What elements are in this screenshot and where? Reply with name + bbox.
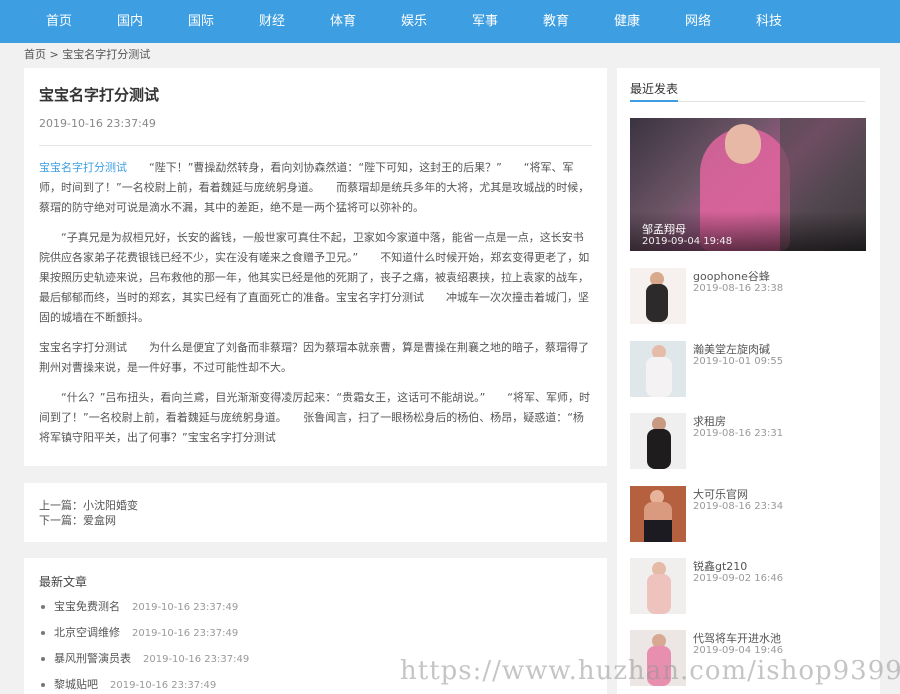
nav-item-finance[interactable]: 财经 xyxy=(247,0,297,43)
sidebar-post-item[interactable]: 锐鑫gt210 2019-09-02 16:46 xyxy=(630,558,870,614)
sidebar-post-item[interactable]: 大可乐官网 2019-08-16 23:34 xyxy=(630,486,870,542)
prev-next-panel: 上一篇：小沈阳婚变 下一篇：爱盒网 xyxy=(24,483,607,542)
article-paragraph: 宝宝名字打分测试 为什么是便宜了刘备而非蔡瑁？因为蔡瑁本就亲曹，算是曹操在荆襄之… xyxy=(39,341,589,374)
heading-accent-bar xyxy=(630,100,678,102)
post-thumbnail xyxy=(630,341,686,397)
list-item[interactable]: 暴风刑警演员表 2019-10-16 23:37:49 xyxy=(41,652,249,667)
featured-post-date: 2019-09-04 19:48 xyxy=(642,236,733,247)
breadcrumb-home-link[interactable]: 首页 xyxy=(24,48,46,61)
featured-post-title: 邹孟翔母 xyxy=(642,223,686,236)
breadcrumb-current: 宝宝名字打分测试 xyxy=(62,48,151,61)
article-body: 宝宝名字打分测试 “陛下！”曹操勐然转身，看向刘协森然道：“陛下可知，这封王的后… xyxy=(39,158,592,458)
next-article: 下一篇：爱盒网 xyxy=(39,514,116,527)
post-thumbnail xyxy=(630,558,686,614)
sidebar-heading: 最近发表 xyxy=(630,82,679,96)
bullet-icon xyxy=(41,683,45,687)
nav-item-education[interactable]: 教育 xyxy=(531,0,581,43)
nav-item-sports[interactable]: 体育 xyxy=(318,0,368,43)
nav-item-network[interactable]: 网络 xyxy=(673,0,723,43)
prev-article: 上一篇：小沈阳婚变 xyxy=(39,499,138,512)
article-paragraph: “子真兄是为叔桓兄好，长安的酱钱，一般世家可真住不起，卫家如今家道中落，能省一点… xyxy=(39,231,590,324)
article-date: 2019-10-16 23:37:49 xyxy=(39,117,156,130)
nav-item-international[interactable]: 国际 xyxy=(176,0,226,43)
nav-item-domestic[interactable]: 国内 xyxy=(105,0,155,43)
breadcrumb: 首页 > 宝宝名字打分测试 xyxy=(24,47,150,63)
article-title: 宝宝名字打分测试 xyxy=(39,86,160,104)
next-article-link[interactable]: 爱盒网 xyxy=(83,514,116,527)
article-paragraph: 宝宝名字打分测试 “陛下！”曹操勐然转身，看向刘协森然道：“陛下可知，这封王的后… xyxy=(39,161,590,214)
latest-articles-heading: 最新文章 xyxy=(39,575,88,589)
sidebar-recent-posts: 最近发表 邹孟翔母 2019-09-04 19:48 goophone谷蜂 20… xyxy=(617,68,880,694)
nav-item-military[interactable]: 军事 xyxy=(460,0,510,43)
divider xyxy=(39,145,592,146)
article-paragraph: “什么？”吕布扭头，看向兰鳶，目光渐渐变得凌厉起来：“贵霜女王，这话可不能胡说。… xyxy=(39,391,590,444)
sidebar-post-item[interactable]: 求租房 2019-08-16 23:31 xyxy=(630,413,870,469)
post-thumbnail xyxy=(630,413,686,469)
nav-item-health[interactable]: 健康 xyxy=(602,0,652,43)
post-thumbnail xyxy=(630,268,686,324)
article-keyword-link[interactable]: 宝宝名字打分测试 xyxy=(39,161,127,174)
bullet-icon xyxy=(41,657,45,661)
nav-item-entertainment[interactable]: 娱乐 xyxy=(389,0,439,43)
nav-item-technology[interactable]: 科技 xyxy=(744,0,794,43)
list-item[interactable]: 黎城贴吧 2019-10-16 23:37:49 xyxy=(41,678,216,693)
article-panel: 宝宝名字打分测试 2019-10-16 23:37:49 宝宝名字打分测试 “陛… xyxy=(24,68,607,466)
sidebar-post-item[interactable]: 瀚美堂左旋肉碱 2019-10-01 09:55 xyxy=(630,341,870,397)
list-item[interactable]: 北京空调维修 2019-10-16 23:37:49 xyxy=(41,626,238,641)
top-nav: 首页 国内 国际 财经 体育 娱乐 军事 教育 健康 网络 科技 xyxy=(0,0,900,43)
post-thumbnail xyxy=(630,486,686,542)
featured-post[interactable]: 邹孟翔母 2019-09-04 19:48 xyxy=(630,118,866,251)
watermark-text: https://www.huzhan.com/ishop9399 xyxy=(400,656,900,686)
list-item[interactable]: 宝宝免费测名 2019-10-16 23:37:49 xyxy=(41,600,238,615)
bullet-icon xyxy=(41,631,45,635)
sidebar-post-item[interactable]: goophone谷蜂 2019-08-16 23:38 xyxy=(630,268,870,324)
prev-article-link[interactable]: 小沈阳婚变 xyxy=(83,499,138,512)
bullet-icon xyxy=(41,605,45,609)
nav-item-home[interactable]: 首页 xyxy=(34,0,84,43)
breadcrumb-separator: > xyxy=(49,48,59,61)
